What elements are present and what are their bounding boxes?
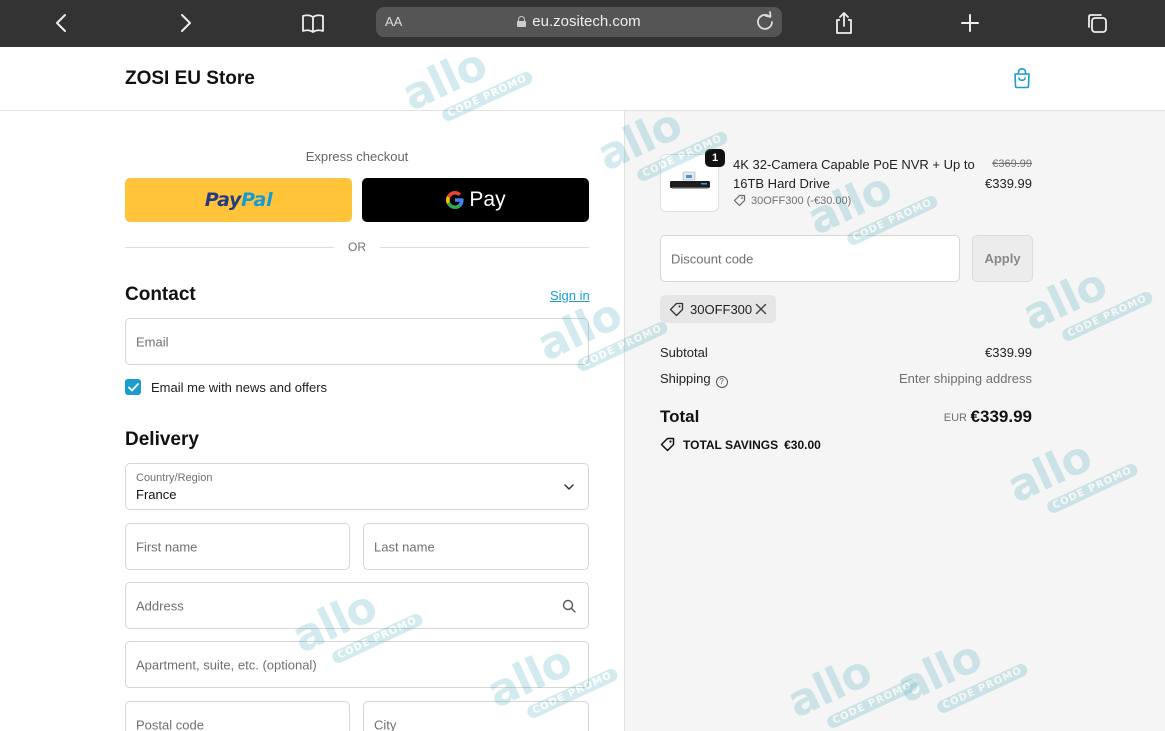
paypal-button[interactable]: Pay Pal [125, 178, 352, 222]
express-checkout-label: Express checkout [305, 149, 409, 164]
last-name-placeholder: Last name [374, 539, 435, 554]
share-icon[interactable] [829, 9, 859, 37]
apartment-field[interactable]: Apartment, suite, etc. (optional) [125, 641, 589, 688]
total-label: Total [660, 407, 700, 426]
newsletter-checkbox[interactable] [125, 379, 141, 395]
address-placeholder: Address [136, 598, 184, 613]
product-discount: 30OFF300 (-€30.00) [733, 194, 851, 207]
google-pay-label: Pay [469, 188, 506, 211]
email-placeholder: Email [136, 334, 169, 349]
postal-code-placeholder: Postal code [136, 717, 204, 731]
subtotal-label: Subtotal [660, 345, 708, 360]
applied-code-chip: 30OFF300 [660, 295, 776, 323]
reload-icon[interactable] [754, 11, 776, 33]
country-label: Country/Region [136, 472, 213, 484]
close-icon[interactable] [755, 303, 767, 315]
tabs-overview-icon[interactable] [1082, 9, 1112, 37]
or-label: OR [348, 240, 366, 254]
address-field[interactable]: Address [125, 582, 589, 629]
lock-icon [517, 16, 527, 27]
newsletter-label: Email me with news and offers [151, 379, 328, 395]
forward-icon[interactable] [171, 9, 201, 37]
discount-code-placeholder: Discount code [671, 251, 754, 266]
delivery-heading: Delivery [125, 429, 199, 450]
tag-icon [660, 437, 675, 452]
product-name: 4K 32-Camera Capable PoE NVR + Up to 16T… [733, 157, 975, 191]
email-field[interactable]: Email [125, 318, 589, 365]
checkmark-icon [127, 382, 139, 391]
city-placeholder: City [374, 717, 397, 731]
subtotal-value: €339.99 [985, 345, 1032, 360]
back-icon[interactable] [46, 9, 76, 37]
help-icon[interactable]: ? [715, 376, 728, 388]
shipping-label: Shipping [660, 371, 711, 386]
newsletter-checkbox-row[interactable]: Email me with news and offers [125, 379, 327, 395]
total-value: €339.99 [970, 407, 1032, 426]
tag-icon [669, 302, 684, 316]
total-currency: EUR [943, 412, 967, 424]
product-price: €339.99 [985, 176, 1032, 191]
chevron-down-icon [564, 483, 574, 490]
shipping-label-row: Shipping? [660, 371, 728, 388]
total-savings: TOTAL SAVINGS €30.00 [660, 437, 821, 452]
shopping-bag-icon[interactable] [1011, 67, 1033, 89]
bookmarks-icon[interactable] [298, 9, 328, 37]
total-savings-label: TOTAL SAVINGS [683, 437, 779, 452]
store-header: ZOSI EU Store [0, 47, 1165, 111]
applied-code-text: 30OFF300 [690, 301, 753, 317]
or-divider: OR [125, 240, 589, 256]
store-name[interactable]: ZOSI EU Store [125, 68, 255, 90]
sign-in-link[interactable]: Sign in [550, 288, 590, 303]
contact-heading: Contact [125, 284, 196, 305]
first-name-placeholder: First name [136, 539, 198, 554]
product-original-price: €369.99 [992, 158, 1032, 170]
tag-icon [733, 194, 746, 207]
browser-toolbar: AA eu.zositech.com [0, 0, 1165, 47]
google-pay-button[interactable]: Pay [362, 178, 589, 222]
city-field[interactable]: City [363, 701, 589, 731]
paypal-logo-pal: Pal [241, 189, 273, 211]
search-icon[interactable] [562, 599, 576, 613]
url-text: eu.zositech.com [532, 13, 641, 30]
product-discount-text: 30OFF300 (-€30.00) [751, 194, 852, 207]
apply-discount-button[interactable]: Apply [972, 235, 1033, 282]
country-select[interactable]: Country/Region France [125, 463, 589, 510]
quantity-badge: 1 [705, 149, 725, 167]
first-name-field[interactable]: First name [125, 523, 350, 570]
shipping-value: Enter shipping address [899, 371, 1032, 386]
discount-code-field[interactable]: Discount code [660, 235, 960, 282]
last-name-field[interactable]: Last name [363, 523, 589, 570]
google-g-icon [446, 191, 465, 209]
address-bar[interactable]: AA eu.zositech.com [376, 7, 782, 37]
apartment-placeholder: Apartment, suite, etc. (optional) [136, 657, 317, 672]
postal-code-field[interactable]: Postal code [125, 701, 350, 731]
total-savings-value: €30.00 [784, 437, 821, 452]
country-value: France [136, 487, 177, 502]
paypal-logo-pay: Pay [204, 189, 242, 211]
new-tab-icon[interactable] [955, 9, 985, 37]
